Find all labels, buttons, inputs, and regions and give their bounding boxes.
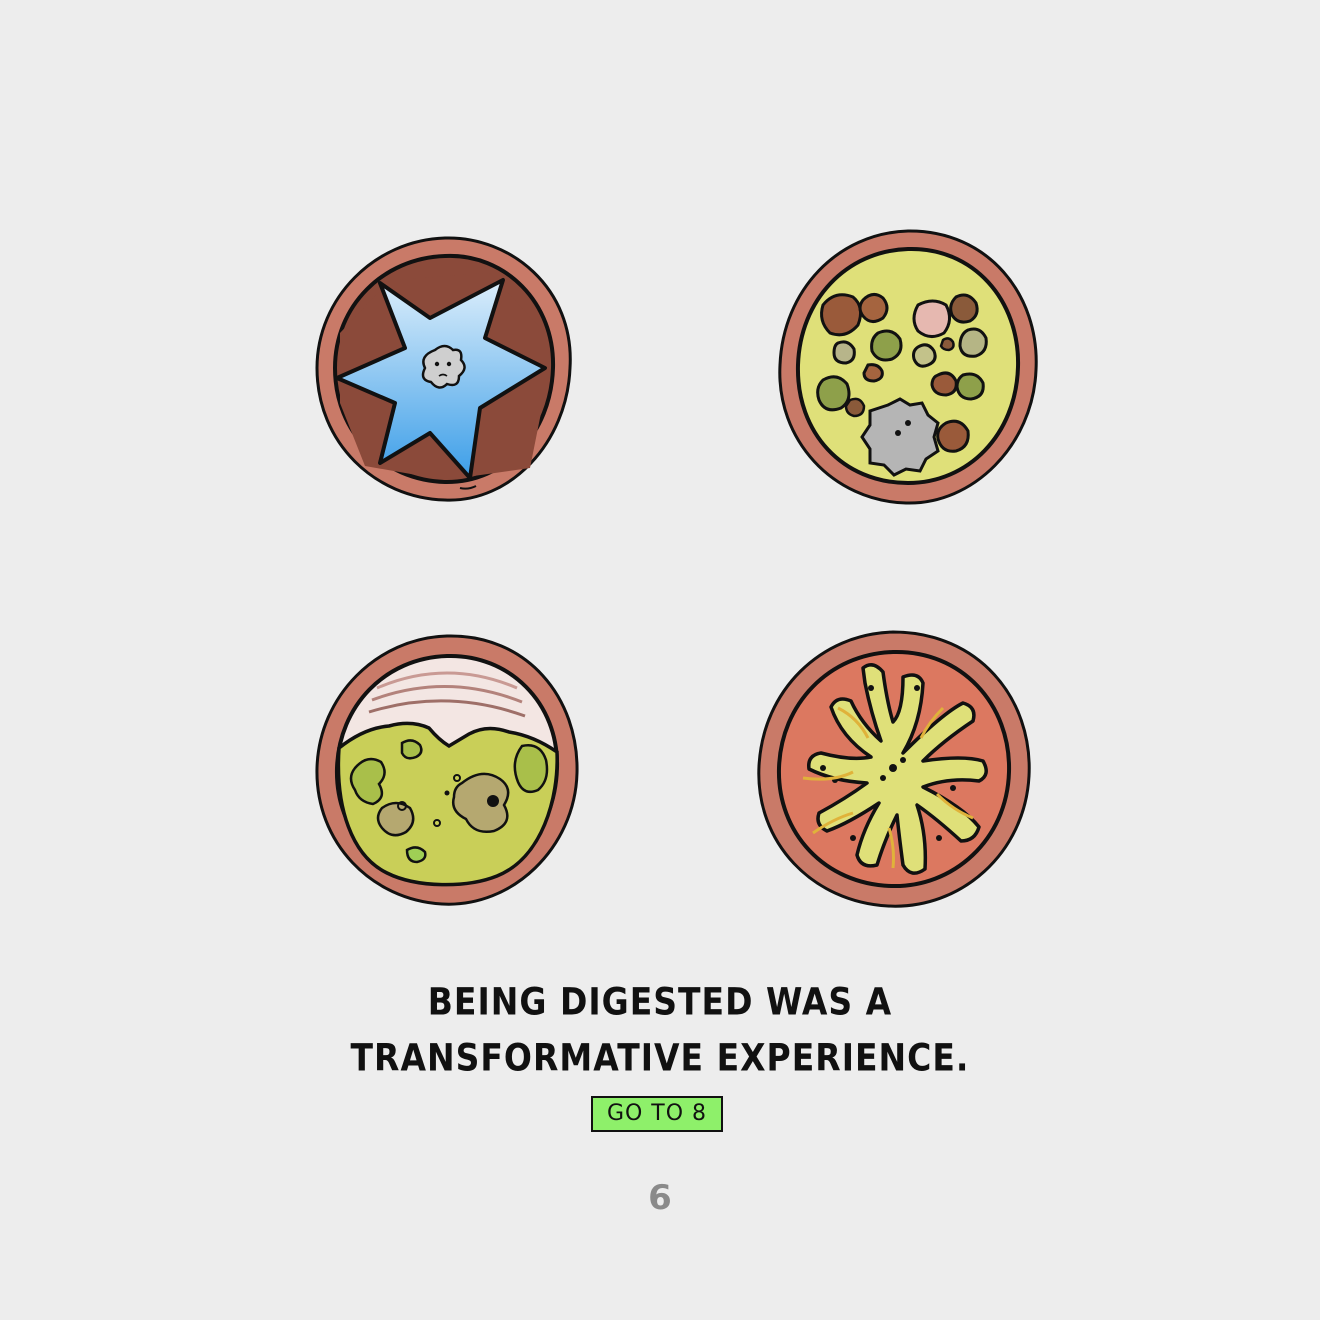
stomach-star-cross-section — [295, 218, 595, 518]
chunky-digestion-cross-section — [758, 215, 1058, 515]
caption-line-1: BEING DIGESTED WAS A — [427, 979, 893, 1024]
red-folds-villi-icon — [757, 630, 1031, 908]
bile-cross-section — [297, 618, 597, 918]
intestine-villi-cross-section — [743, 618, 1043, 918]
yellow-lumen-food-chunks-icon — [778, 229, 1038, 505]
comic-page: BEING DIGESTED WAS A TRANSFORMATIVE EXPE… — [0, 0, 1320, 1320]
blue-star-lumen-icon — [315, 236, 572, 502]
page-number: 6 — [648, 1178, 672, 1218]
go-to-8-button[interactable]: GO TO 8 — [591, 1096, 723, 1132]
caption-line-2: TRANSFORMATIVE EXPERIENCE. — [350, 1035, 970, 1080]
green-mush-icon — [315, 634, 579, 906]
